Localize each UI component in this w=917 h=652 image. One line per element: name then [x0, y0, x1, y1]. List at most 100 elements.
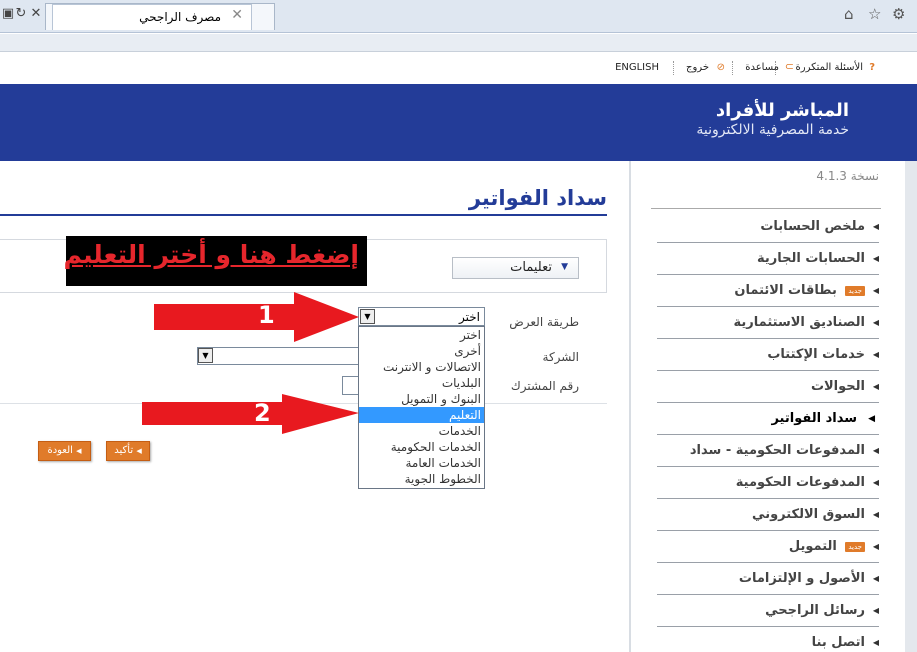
divider: [673, 61, 674, 75]
annotation-banner: إضغط هنا و أختر التعليم: [63, 236, 367, 286]
instructions-toggle[interactable]: تعليمات ▼: [452, 257, 579, 279]
arrow-left-icon: ◀: [872, 222, 879, 231]
sidebar-item-contact-us[interactable]: اتصل بنا ◀: [657, 627, 879, 652]
dropdown-option[interactable]: الخطوط الجوية: [359, 471, 484, 487]
sidebar-item-gov-payments[interactable]: المدفوعات الحكومية ◀: [657, 467, 879, 499]
arrow-right-icon: [154, 292, 359, 342]
arrow-number: 2: [254, 399, 271, 427]
arrow-left-icon: ◀: [872, 446, 879, 455]
english-link[interactable]: ENGLISH: [615, 62, 659, 73]
divider: [651, 208, 881, 209]
version-label: نسخة 4.1.3: [816, 169, 879, 183]
banner-subtitle: خدمة المصرفية الالكترونية: [696, 122, 849, 138]
browser-toolbar: ▣ ↻ ✕ مصرف الراجحي ✕ ⌂ ☆ ⚙: [0, 0, 917, 33]
arrow-left-icon: ◀: [872, 638, 879, 647]
sidebar-item-label: اتصل بنا: [811, 635, 865, 650]
browser-tab[interactable]: مصرف الراجحي ✕: [52, 4, 252, 30]
sidebar-item-bill-payment[interactable]: سداد الفواتير ◀: [657, 403, 879, 435]
back-label: العودة: [47, 445, 73, 456]
display-method-label: طريقة العرض: [509, 315, 579, 329]
back-button[interactable]: العودة ◀: [38, 441, 91, 461]
arrow-left-icon: ◀: [872, 606, 879, 615]
arrow-left-icon: ◀: [872, 318, 879, 327]
sidebar-item-rajhi-messages[interactable]: رسائل الراجحي ◀: [657, 595, 879, 627]
annotation-arrow-1: 1: [154, 292, 359, 342]
arrow-left-icon: ◀: [136, 447, 142, 455]
display-method-options: اختر أخرى الاتصالات و الانترنت البلديات …: [358, 326, 485, 489]
sidebar-item-label: ملخص الحسابات: [760, 219, 865, 234]
arrow-left-icon: ◀: [872, 478, 879, 487]
scroll-gutter: [905, 161, 917, 652]
dropdown-option[interactable]: البلديات: [359, 375, 484, 391]
company-label: الشركة: [542, 350, 579, 364]
divider: [732, 61, 733, 75]
confirm-label: تأكيد: [114, 445, 134, 456]
dropdown-option[interactable]: اختر: [359, 327, 484, 343]
arrow-left-icon: ◀: [872, 382, 879, 391]
dropdown-option[interactable]: أخرى: [359, 343, 484, 359]
display-method-select[interactable]: اختر ▼: [358, 307, 485, 326]
sidebar-item-assets-liabilities[interactable]: الأصول و الإلتزامات ◀: [657, 563, 879, 595]
sidebar-item-accounts-summary[interactable]: ملخص الحسابات ◀: [657, 211, 879, 243]
arrow-left-icon: ◀: [872, 286, 879, 295]
new-badge: جديد: [845, 285, 865, 296]
faq-link[interactable]: الأسئلة المتكررة: [796, 62, 863, 73]
instructions-label: تعليمات: [510, 260, 552, 275]
dropdown-option[interactable]: الخدمات الحكومية: [359, 439, 484, 455]
help-link[interactable]: مساعدة: [745, 62, 779, 73]
sidebar-item-label: الأصول و الإلتزامات: [738, 571, 865, 586]
header-banner: المباشر للأفراد خدمة المصرفية الالكتروني…: [0, 84, 917, 161]
arrow-left-icon: ◀: [868, 414, 875, 424]
arrow-left-icon: ◀: [872, 510, 879, 519]
dropdown-option[interactable]: الخدمات العامة: [359, 455, 484, 471]
page-title: سداد الفواتير: [468, 186, 607, 210]
arrow-left-icon: ◀: [872, 542, 879, 551]
dropdown-option[interactable]: الاتصالات و الانترنت: [359, 359, 484, 375]
sidebar-item-investment-funds[interactable]: الصناديق الاستثمارية ◀: [657, 307, 879, 339]
sidebar-item-financing[interactable]: التمويل جديد ◀: [657, 531, 879, 563]
arrow-number: 1: [258, 301, 275, 329]
sidebar-item-label: رسائل الراجحي: [765, 603, 865, 618]
arrow-left-icon: ◀: [872, 254, 879, 263]
refresh-icon[interactable]: ↻: [13, 6, 29, 22]
home-icon[interactable]: ⌂: [844, 6, 854, 22]
confirm-button[interactable]: تأكيد ◀: [106, 441, 150, 461]
sidebar-item-label: خدمات الإكتتاب: [767, 347, 865, 362]
company-select[interactable]: ▼: [197, 347, 360, 365]
dropdown-option[interactable]: الخدمات: [359, 423, 484, 439]
sidebar-item-e-market[interactable]: السوق الالكتروني ◀: [657, 499, 879, 531]
annotation-arrow-2: 2: [142, 394, 359, 434]
sidebar-item-ipo-services[interactable]: خدمات الإكتتاب ◀: [657, 339, 879, 371]
subscriber-number-label: رقم المشترك: [510, 379, 579, 393]
annotation-text: إضغط هنا و أختر التعليم: [63, 240, 359, 269]
chevron-down-icon[interactable]: ▼: [198, 348, 213, 363]
arrow-right-icon: [142, 394, 359, 434]
title-divider: [0, 214, 607, 216]
chevron-down-icon[interactable]: ▼: [360, 309, 375, 324]
sidebar-item-label: المدفوعات الحكومية - سداد: [689, 443, 865, 458]
arrow-left-icon: ◀: [872, 350, 879, 359]
arrow-left-icon: ◀: [76, 447, 82, 455]
favorites-star-icon[interactable]: ☆: [868, 6, 881, 22]
sidebar: نسخة 4.1.3 ملخص الحسابات ◀ الحسابات الجا…: [629, 161, 917, 652]
banner-title: المباشر للأفراد: [715, 100, 849, 121]
arrow-left-icon: ◀: [872, 574, 879, 583]
sidebar-item-credit-cards[interactable]: بطاقات الائتمان جديد ◀: [657, 275, 879, 307]
sidebar-item-label: المدفوعات الحكومية: [735, 475, 865, 490]
sidebar-item-gov-payments-sadad[interactable]: المدفوعات الحكومية - سداد ◀: [657, 435, 879, 467]
help-icon: ⊂: [784, 60, 794, 73]
logout-icon: ⊘: [716, 62, 725, 73]
dropdown-option[interactable]: البنوك و التمويل: [359, 391, 484, 407]
stop-icon[interactable]: ✕: [28, 6, 44, 22]
new-badge: جديد: [845, 541, 865, 552]
logout-link[interactable]: خروج: [686, 62, 709, 73]
sidebar-item-label: سداد الفواتير: [771, 411, 857, 426]
sidebar-item-current-accounts[interactable]: الحسابات الجارية ◀: [657, 243, 879, 275]
sidebar-item-transfers[interactable]: الحوالات ◀: [657, 371, 879, 403]
sidebar-item-label: بطاقات الائتمان: [734, 283, 837, 298]
settings-gear-icon[interactable]: ⚙: [892, 6, 905, 22]
dropdown-option-highlighted[interactable]: التعليم: [359, 407, 484, 423]
browser-command-bar: [0, 34, 917, 52]
sidebar-item-label-wrap: بطاقات الائتمان جديد: [734, 283, 865, 298]
tab-close-icon[interactable]: ✕: [231, 7, 243, 23]
